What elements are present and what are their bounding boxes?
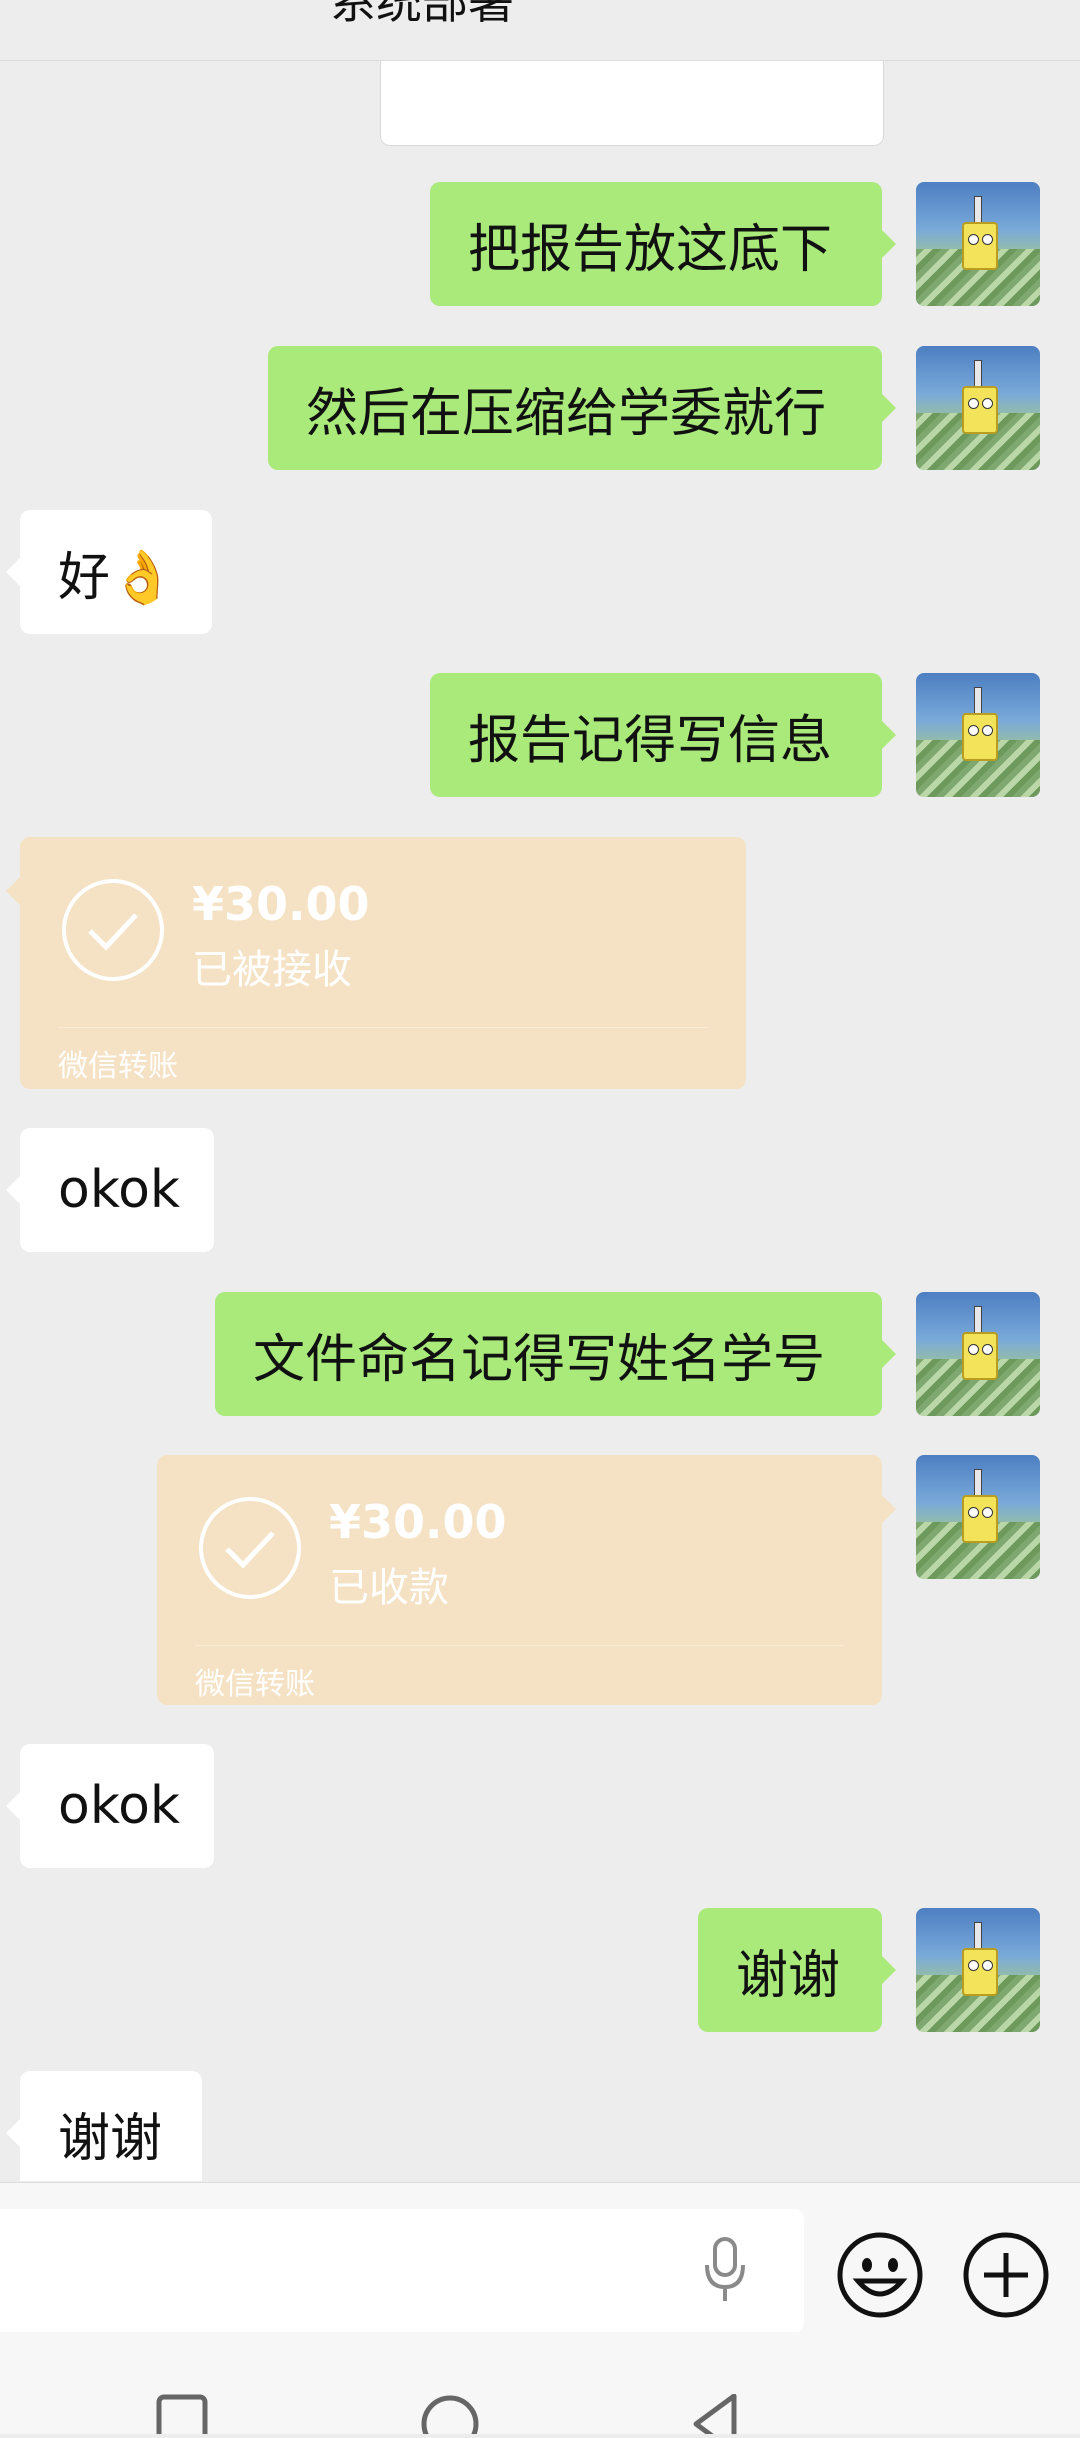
divider [58,1027,708,1028]
message-bubble-mine[interactable]: 然后在压缩给学委就行 [268,346,896,470]
transfer-status: 已收款 [329,1565,449,1611]
message-text: 文件命名记得写姓名学号 [253,1329,826,1390]
checkmark-circle-icon [199,1497,301,1599]
my-avatar[interactable] [916,182,1040,306]
message-text: 报告记得写信息 [468,710,833,771]
system-nav-bar [0,2332,1080,2438]
transfer-status: 已被接收 [192,947,352,993]
chat-title: 系统部署 [330,0,514,29]
my-avatar[interactable] [916,346,1040,470]
transfer-card-sent[interactable]: ¥30.00 已收款 微信转账 [157,1455,896,1705]
message-bubble-mine[interactable]: 把报告放这底下 [430,182,896,306]
checkmark-circle-icon [62,879,164,981]
home-icon[interactable] [420,2394,480,2438]
transfer-source: 微信转账 [195,1667,315,1702]
message-input[interactable] [0,2209,804,2333]
message-text: okok [58,1160,181,1220]
divider [195,1645,844,1646]
previous-message-card[interactable] [380,61,884,146]
message-bubble-theirs[interactable]: okok [6,1128,214,1252]
transfer-card-received[interactable]: ¥30.00 已被接收 微信转账 [6,837,746,1089]
transfer-amount: ¥30.00 [192,877,370,931]
message-text: 然后在压缩给学委就行 [306,383,827,444]
message-bubble-mine[interactable]: 文件命名记得写姓名学号 [215,1292,896,1416]
recent-apps-icon[interactable] [156,2394,208,2438]
message-text: okok [58,1776,181,1836]
message-text: 好👌 [58,547,175,608]
chat-header: 系统部署 [0,0,1080,61]
emoji-icon[interactable] [836,2231,924,2319]
my-avatar[interactable] [916,673,1040,797]
message-text: 谢谢 [736,1945,841,2006]
plus-icon[interactable] [962,2231,1050,2319]
message-bubble-theirs[interactable]: okok [6,1744,214,1868]
message-list[interactable]: 把报告放这底下 然后在压缩给学委就行 好👌 报告记得写信息 ¥30.00 已被接… [0,61,1080,2181]
transfer-source: 微信转账 [58,1049,178,1084]
message-bubble-mine[interactable]: 报告记得写信息 [430,673,896,797]
transfer-amount: ¥30.00 [329,1495,507,1549]
message-bubble-theirs[interactable]: 好👌 [6,510,212,634]
message-text: 谢谢 [58,2108,163,2169]
back-icon[interactable] [690,2393,740,2438]
microphone-icon[interactable] [700,2235,750,2305]
my-avatar[interactable] [916,1908,1040,2032]
message-text: 把报告放这底下 [468,219,833,280]
my-avatar[interactable] [916,1292,1040,1416]
input-bar [0,2182,1080,2333]
my-avatar[interactable] [916,1455,1040,1579]
message-bubble-mine[interactable]: 谢谢 [698,1908,896,2032]
message-bubble-theirs[interactable]: 谢谢 [6,2071,202,2181]
